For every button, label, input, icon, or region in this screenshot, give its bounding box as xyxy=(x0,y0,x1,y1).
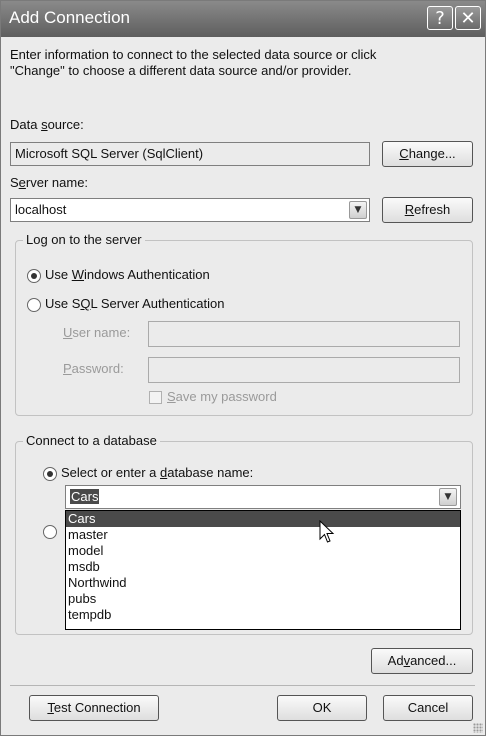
database-dropdown-chevron-icon[interactable]: ▼ xyxy=(439,488,457,506)
test-connection-button[interactable]: Test Connection xyxy=(29,695,159,721)
add-connection-dialog: Add Connection ? ✕ Enter information to … xyxy=(0,0,486,736)
list-item[interactable]: pubs xyxy=(66,591,460,607)
list-item[interactable]: master xyxy=(66,527,460,543)
change-button[interactable]: Change... xyxy=(382,141,473,167)
username-label: User name: xyxy=(63,325,131,340)
server-name-label: Server name: xyxy=(10,175,89,190)
divider xyxy=(10,685,475,686)
password-label: Password: xyxy=(63,361,124,376)
data-source-field: Microsoft SQL Server (SqlClient) xyxy=(10,142,370,166)
username-input[interactable] xyxy=(148,321,460,347)
list-item[interactable]: model xyxy=(66,543,460,559)
mouse-pointer-icon xyxy=(319,520,335,543)
attach-database-radio[interactable] xyxy=(43,525,57,539)
logon-legend: Log on to the server xyxy=(23,232,145,247)
list-item[interactable]: Cars xyxy=(66,511,460,527)
help-icon[interactable]: ? xyxy=(427,6,453,30)
data-source-label: Data source: xyxy=(10,117,84,132)
list-item[interactable]: msdb xyxy=(66,559,460,575)
save-password-label[interactable]: Save my password xyxy=(167,389,277,404)
list-item[interactable]: tempdb xyxy=(66,607,460,623)
refresh-button[interactable]: Refresh xyxy=(382,197,473,223)
server-name-value: localhost xyxy=(15,202,67,217)
password-input[interactable] xyxy=(148,357,460,383)
windows-auth-label[interactable]: Use Windows Authentication xyxy=(45,267,210,282)
sql-auth-label[interactable]: Use SQL Server Authentication xyxy=(45,296,224,311)
window-title: Add Connection xyxy=(9,8,130,27)
close-icon[interactable]: ✕ xyxy=(455,6,481,30)
ok-button[interactable]: OK xyxy=(277,695,367,721)
database-combobox-value: Cars xyxy=(70,489,100,504)
sql-auth-radio[interactable] xyxy=(27,298,41,312)
save-password-checkbox[interactable] xyxy=(149,391,162,404)
intro-line-1: Enter information to connect to the sele… xyxy=(10,47,377,62)
database-dropdown-list[interactable]: Cars master model msdb Northwind pubs te… xyxy=(65,510,461,630)
select-database-label[interactable]: Select or enter a database name: xyxy=(61,465,253,480)
title-bar[interactable]: Add Connection ? ✕ xyxy=(1,1,485,37)
database-combobox[interactable]: Cars xyxy=(65,485,461,509)
cancel-button[interactable]: Cancel xyxy=(383,695,473,721)
resize-grip-icon[interactable] xyxy=(473,723,483,733)
windows-auth-radio[interactable] xyxy=(27,269,41,283)
intro-line-2: "Change" to choose a different data sour… xyxy=(10,63,352,78)
server-dropdown-chevron-icon[interactable]: ▼ xyxy=(349,201,367,219)
advanced-button[interactable]: Advanced... xyxy=(371,648,473,674)
server-name-combobox[interactable]: localhost xyxy=(10,198,370,222)
list-item[interactable]: Northwind xyxy=(66,575,460,591)
select-database-radio[interactable] xyxy=(43,467,57,481)
database-legend: Connect to a database xyxy=(23,433,160,448)
